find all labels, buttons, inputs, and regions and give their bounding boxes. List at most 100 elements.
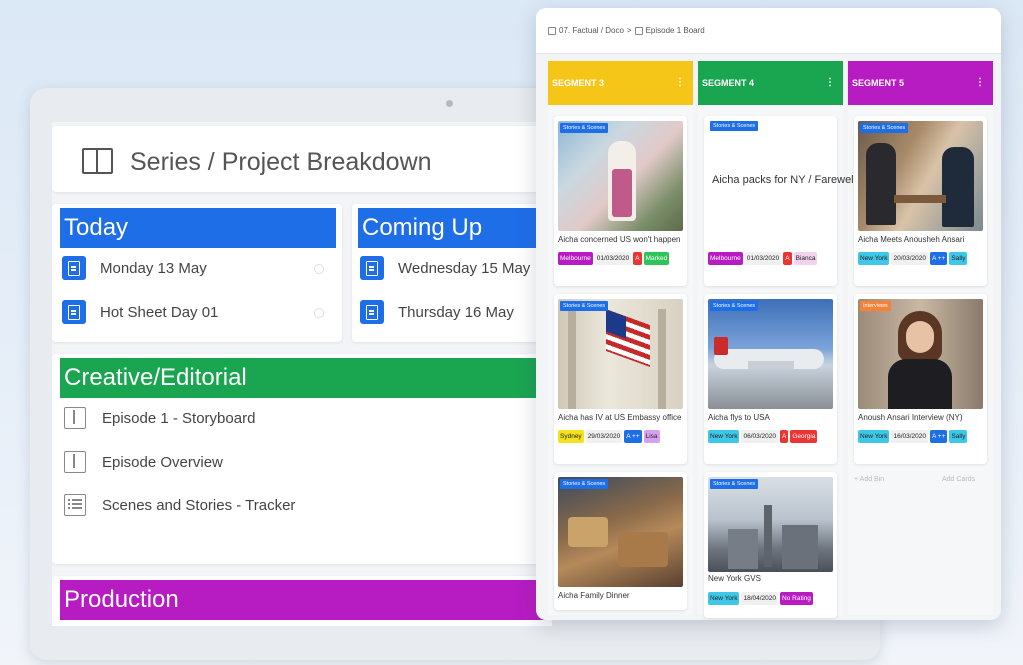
column-title: SEGMENT 3 [552, 78, 605, 88]
card-chips: New York 16/03/2020 A ++ Sally [858, 430, 968, 443]
rating-chip: A ++ [930, 252, 948, 265]
card-image [708, 477, 833, 572]
card-image [858, 121, 983, 231]
card-tag: Stories & Scenes [710, 121, 759, 131]
breadcrumb-current: Episode 1 Board [645, 26, 705, 35]
rating-chip: A [783, 252, 792, 265]
date-chip: 18/04/2020 [741, 592, 779, 605]
breadcrumb-separator: > [626, 26, 632, 35]
story-card[interactable]: Stories & Scenes Aicha packs for NY / Fa… [704, 116, 856, 286]
column-menu-icon[interactable]: ⋮ [975, 61, 985, 105]
card-chips: New York 06/03/2020 A Georgia [708, 430, 818, 443]
card-title: Aicha Family Dinner [558, 591, 630, 600]
card-chips: Melbourne 01/03/2020 A Bianca [708, 252, 818, 265]
column-menu-icon[interactable]: ⋮ [825, 61, 835, 105]
date-chip: 06/03/2020 [741, 430, 779, 443]
card-image [558, 477, 683, 587]
document-icon [62, 300, 86, 324]
story-card[interactable]: Stories & Scenes Aicha Meets Anousheh An… [854, 116, 987, 286]
creative-item-label: Episode Overview [102, 453, 223, 471]
person-chip: Bianca [793, 252, 818, 265]
card-image [558, 299, 683, 409]
creative-item[interactable]: Episode 1 - Storyboard [64, 407, 255, 429]
add-bin-button[interactable]: + Add Bin [854, 476, 884, 483]
book-icon [64, 451, 86, 473]
story-card[interactable]: Stories & Scenes Aicha has IV at US Emba… [554, 294, 687, 464]
location-chip: New York [858, 252, 890, 265]
document-icon [360, 300, 384, 324]
board-window: 07. Factual / Doco > Episode 1 Board SEG… [536, 8, 1001, 620]
location-chip: Melbourne [708, 252, 743, 265]
location-chip: Sydney [558, 430, 584, 443]
column-menu-icon[interactable]: ⋮ [675, 61, 685, 105]
coming-up-item-label: Wednesday 15 May [398, 259, 531, 277]
creative-card: Creative/Editorial Episode 1 - Storyboar… [52, 354, 552, 564]
book-icon [82, 148, 113, 174]
coming-up-item[interactable]: Thursday 16 May [360, 300, 514, 324]
list-icon [64, 494, 86, 516]
today-card: Today Monday 13 May Hot Sheet Day 01 [52, 204, 342, 342]
camera-dot [446, 100, 453, 107]
board-icon [634, 26, 643, 35]
home-icon [548, 26, 556, 35]
location-chip: New York [708, 592, 740, 605]
today-item[interactable]: Hot Sheet Day 01 [62, 300, 218, 324]
card-image [708, 299, 833, 409]
person-chip: Georgia [790, 430, 818, 443]
column-header-segment-3[interactable]: SEGMENT 3 ⋮ [548, 61, 693, 105]
rating-chip: A [633, 252, 642, 265]
card-tag: Stories & Scenes [860, 123, 909, 133]
column-header-segment-5[interactable]: SEGMENT 5 ⋮ [848, 61, 993, 105]
card-title: Anoush Ansari Interview (NY) [858, 413, 963, 422]
breadcrumb-root[interactable]: 07. Factual / Doco [559, 26, 624, 35]
date-chip: 01/03/2020 [594, 252, 632, 265]
rating-chip: A ++ [624, 430, 642, 443]
rating-chip: A ++ [930, 430, 948, 443]
creative-header: Creative/Editorial [60, 358, 552, 398]
location-chip: Melbourne [558, 252, 593, 265]
card-tag: Stories & Scenes [710, 301, 759, 311]
rating-chip: No Rating [780, 592, 813, 605]
card-tag: Stories & Scenes [560, 479, 609, 489]
card-title: Aicha concerned US won't happen [558, 235, 681, 244]
rating-chip: A [780, 430, 789, 443]
story-card[interactable]: Stories & Scenes New York GVS New York 1… [704, 472, 837, 618]
creative-item[interactable]: Episode Overview [64, 451, 223, 473]
story-card[interactable]: Stories & Scenes Aicha flys to USA New Y… [704, 294, 837, 464]
coming-up-header: Coming Up [358, 208, 552, 248]
add-cards-button[interactable]: Add Cards [942, 476, 975, 483]
creative-item[interactable]: Scenes and Stories - Tracker [64, 494, 295, 516]
story-card[interactable]: Stories & Scenes Aicha Family Dinner [554, 472, 687, 610]
today-item-label: Hot Sheet Day 01 [100, 303, 219, 321]
coming-up-item[interactable]: Wednesday 15 May [360, 256, 530, 280]
person-chip: Lisa [643, 430, 660, 443]
date-chip: 01/03/2020 [744, 252, 782, 265]
project-title-card: Series / Project Breakdown [52, 126, 552, 192]
card-tag: Stories & Scenes [710, 479, 759, 489]
story-card[interactable]: Stories & Scenes Aicha concerned US won'… [554, 116, 687, 286]
column-title: SEGMENT 5 [852, 78, 905, 88]
production-card: Production [52, 576, 552, 626]
card-chips: Sydney 29/03/2020 A ++ Lisa [558, 430, 660, 443]
card-title: New York GVS [708, 574, 761, 583]
card-chips: New York 20/03/2020 A ++ Sally [858, 252, 968, 265]
today-item-label: Monday 13 May [100, 259, 207, 277]
breadcrumb: 07. Factual / Doco > Episode 1 Board [548, 26, 705, 35]
coming-up-card: Coming Up Wednesday 15 May Thursday 16 M… [352, 204, 552, 342]
card-title: Aicha flys to USA [708, 413, 770, 422]
circle-icon [314, 264, 324, 274]
card-tag: Interviews [860, 301, 891, 311]
date-chip: 16/03/2020 [891, 430, 929, 443]
card-title: Aicha has IV at US Embassy office [558, 413, 682, 422]
story-card[interactable]: Interviews Anoush Ansari Interview (NY) … [854, 294, 987, 464]
location-chip: New York [708, 430, 740, 443]
person-chip: Sally [949, 252, 968, 265]
location-chip: New York [858, 430, 890, 443]
creative-item-label: Scenes and Stories - Tracker [102, 496, 296, 514]
page-title: Series / Project Breakdown [130, 148, 432, 176]
card-chips: New York 18/04/2020 No Rating [708, 592, 813, 605]
today-item[interactable]: Monday 13 May [62, 256, 207, 280]
card-tag: Stories & Scenes [560, 301, 609, 311]
creative-item-label: Episode 1 - Storyboard [102, 409, 256, 427]
column-header-segment-4[interactable]: SEGMENT 4 ⋮ [698, 61, 843, 105]
